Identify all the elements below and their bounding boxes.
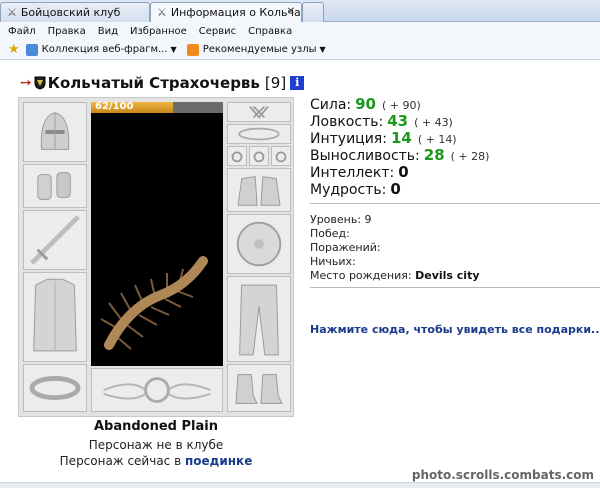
duel-link[interactable]: поединке (185, 454, 252, 468)
web-slice-icon (25, 43, 38, 56)
crossed-swords-icon: ⚔ (7, 6, 17, 19)
crossed-swords-icon: ⚔ (157, 6, 167, 19)
chevron-down-icon: ▼ (170, 45, 177, 54)
character-name: Кольчатый Страхочервь (47, 74, 260, 92)
birthplace-info: Место рождения: Devils city (310, 269, 480, 282)
ring-slot-1[interactable] (227, 146, 247, 166)
ring-icon (253, 151, 265, 163)
watermark: photo.scrolls.combats.com (411, 468, 594, 482)
emblem-slot[interactable] (91, 368, 223, 412)
info-icon[interactable]: i (290, 76, 305, 90)
horizontal-scrollbar[interactable] (0, 482, 600, 488)
character-portrait: 62/100 (91, 101, 223, 366)
armor-slot[interactable] (23, 272, 87, 362)
location-label: Abandoned Plain (93, 419, 218, 434)
round-shield-icon (236, 221, 282, 267)
tab-label: Информация о Кольчаты... (170, 6, 301, 19)
tab-bar: ⚔ Бойцовский клуб ⚔ Информация о Кольчат… (0, 0, 600, 22)
menu-favorites[interactable]: Избранное (130, 26, 187, 37)
hp-bar: 62/100 (91, 101, 223, 113)
sword-icon (30, 215, 80, 265)
ring-slot-2[interactable] (249, 146, 269, 166)
belt-slot[interactable] (23, 364, 87, 412)
menu-bar: Файл Правка Вид Избранное Сервис Справка (0, 22, 600, 40)
divider (310, 203, 600, 204)
boots-slot[interactable] (227, 364, 291, 412)
helmet-slot[interactable] (23, 102, 87, 162)
bracers-icon (37, 172, 71, 200)
ring-slot-3[interactable] (271, 146, 291, 166)
bracers-slot[interactable] (23, 164, 87, 208)
favorites-bar: ★ Коллекция веб-фрагм... ▼ Рекомендуемые… (0, 40, 600, 60)
menu-help[interactable]: Справка (248, 26, 292, 37)
divider (310, 287, 600, 288)
stat-endurance: Выносливость: 28 ( + 28) (310, 146, 490, 164)
stats-panel: Сила: 90 ( + 90) Ловкость: 43 ( + 43) Ин… (310, 95, 490, 198)
club-status: Персонаж не в клубе (88, 438, 224, 452)
gloves-icon (237, 176, 281, 206)
centipede-creature-image (100, 256, 208, 350)
menu-tools[interactable]: Сервис (199, 26, 236, 37)
armor-icon (33, 278, 77, 352)
suggested-sites-icon (186, 43, 199, 56)
close-tab-icon[interactable]: ✕ (285, 6, 297, 18)
menu-file[interactable]: Файл (8, 26, 36, 37)
losses-info: Поражений: (310, 241, 381, 254)
stat-intuition: Интуиция: 14 ( + 14) (310, 129, 457, 147)
helmet-icon (40, 112, 70, 150)
amulet-icon (249, 105, 269, 119)
gifts-link[interactable]: Нажмите сюда, чтобы увидеть все подарки.… (310, 323, 600, 336)
amulet-slot[interactable] (227, 102, 291, 122)
weapon-slot[interactable] (23, 210, 87, 270)
stat-wisdom: Мудрость: 0 (310, 180, 401, 198)
draws-info: Ничьих: (310, 255, 356, 268)
suggested-sites-button[interactable]: Рекомендуемые узлы ▼ (186, 43, 326, 56)
ring-icon (275, 151, 287, 163)
menu-view[interactable]: Вид (98, 26, 118, 37)
leggings-icon (239, 284, 279, 356)
ring-icon (231, 151, 243, 163)
tab-fight-club[interactable]: ⚔ Бойцовский клуб (0, 2, 150, 22)
level-info: Уровень: 9 (310, 213, 372, 226)
tab-label: Бойцовский клуб (20, 6, 121, 19)
belt-icon (29, 376, 81, 400)
character-title: ➙ Кольчатый Страхочервь [9] i (20, 73, 305, 93)
character-level: [9] (264, 74, 287, 92)
gloves-slot[interactable] (227, 168, 291, 212)
leggings-slot[interactable] (227, 276, 291, 362)
boots-icon (235, 374, 283, 404)
red-arrow-icon: ➙ (20, 75, 32, 91)
necklace-icon (238, 127, 280, 141)
new-tab-button[interactable] (302, 2, 324, 22)
activity-status: Персонаж сейчас в поединке (59, 454, 253, 468)
hp-text: 62/100 (95, 101, 134, 112)
chevron-down-icon: ▼ (319, 45, 326, 54)
shield-slot[interactable] (227, 214, 291, 274)
wins-info: Побед: (310, 227, 350, 240)
web-slice-gallery-button[interactable]: Коллекция веб-фрагм... ▼ (25, 43, 177, 56)
stat-strength: Сила: 90 ( + 90) (310, 95, 421, 113)
alignment-shield-icon (34, 76, 46, 90)
stat-intellect: Интеллект: 0 (310, 163, 409, 181)
tab-character-info[interactable]: ⚔ Информация о Кольчаты... ✕ (150, 2, 302, 22)
character-info: Уровень: 9 Побед: Поражений: Ничьих: Мес… (310, 213, 480, 283)
favorites-star-icon[interactable]: ★ (8, 42, 20, 57)
equipment-panel: 62/100 (18, 97, 294, 417)
page-content: ➙ Кольчатый Страхочервь [9] i 62/100 Aba… (0, 61, 600, 488)
menu-edit[interactable]: Правка (48, 26, 86, 37)
stat-agility: Ловкость: 43 ( + 43) (310, 112, 453, 130)
necklace-slot[interactable] (227, 124, 291, 144)
fist-emblem-icon (103, 377, 211, 403)
